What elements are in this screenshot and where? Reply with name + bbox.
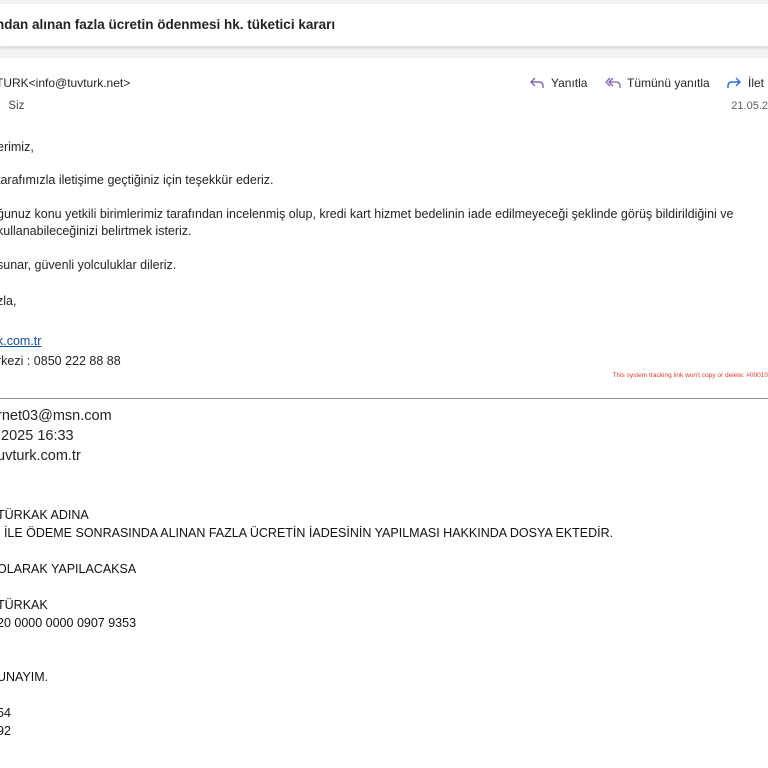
email-subject: ndan alınan fazla ücretin ödenmesi hk. t… xyxy=(0,17,336,32)
quoted-line-5: 20 0000 0000 0907 9353 xyxy=(0,616,137,630)
quoted-line-2: I İLE ÖDEME SONRASINDA ALINAN FAZLA ÜCRE… xyxy=(0,526,614,540)
body-paragraph-2-line-1: ğunuz konu yetkili birimlerimiz tarafınd… xyxy=(0,207,734,221)
reply-all-icon xyxy=(605,77,621,88)
quoted-line-4: TÜRKAK xyxy=(0,598,48,612)
quoted-line-3: OLARAK YAPILACAKSA xyxy=(0,562,137,576)
quoted-line-8: 92 xyxy=(0,724,11,738)
subject-bar: ndan alınan fazla ücretin ödenmesi hk. t… xyxy=(0,4,768,47)
quoted-line-6: UNAYIM. xyxy=(0,670,49,684)
forward-button[interactable]: İlet xyxy=(726,76,764,90)
forward-label: İlet xyxy=(748,76,765,90)
reply-button[interactable]: Yanıtla xyxy=(529,76,587,90)
forward-icon xyxy=(727,77,741,88)
reading-pane: TURK<info@tuvturk.net> : Siz Yanıtla Tüm… xyxy=(0,58,768,768)
call-center-line: rkezi : 0850 222 88 88 xyxy=(0,354,121,368)
body-paragraph-2-line-2: kullanabileceğinizi belirtmek isteriz. xyxy=(0,224,192,238)
greeting: erimiz, xyxy=(0,140,34,154)
recipient-row: : Siz xyxy=(0,100,24,112)
quoted-date: .2025 16:33 xyxy=(0,428,74,444)
quoted-line-1: TÜRKAK ADINA xyxy=(0,508,89,522)
tracking-notice: This system tracking link won't copy or … xyxy=(612,372,768,379)
reply-all-label: Tümünü yanıtla xyxy=(627,76,710,90)
received-date: 21.05.2 xyxy=(731,100,768,112)
recipient-name[interactable]: Siz xyxy=(8,100,24,112)
reply-icon xyxy=(530,77,544,88)
closing: zla, xyxy=(0,294,17,308)
quoted-from: rnet03@msn.com xyxy=(0,408,112,424)
body-paragraph-1: tarafımızla iletişime geçtiğiniz için te… xyxy=(0,173,274,187)
reply-label: Yanıtla xyxy=(551,76,588,90)
quote-divider xyxy=(0,398,768,399)
website-link[interactable]: k.com.tr xyxy=(0,334,41,348)
body-paragraph-3: sunar, güvenli yolculuklar dileriz. xyxy=(0,258,177,272)
quoted-to: uvturk.com.tr xyxy=(0,448,81,464)
sender-address[interactable]: TURK<info@tuvturk.net> xyxy=(0,76,130,90)
reply-all-button[interactable]: Tümünü yanıtla xyxy=(605,76,710,90)
quoted-line-7: 54 xyxy=(0,706,11,720)
